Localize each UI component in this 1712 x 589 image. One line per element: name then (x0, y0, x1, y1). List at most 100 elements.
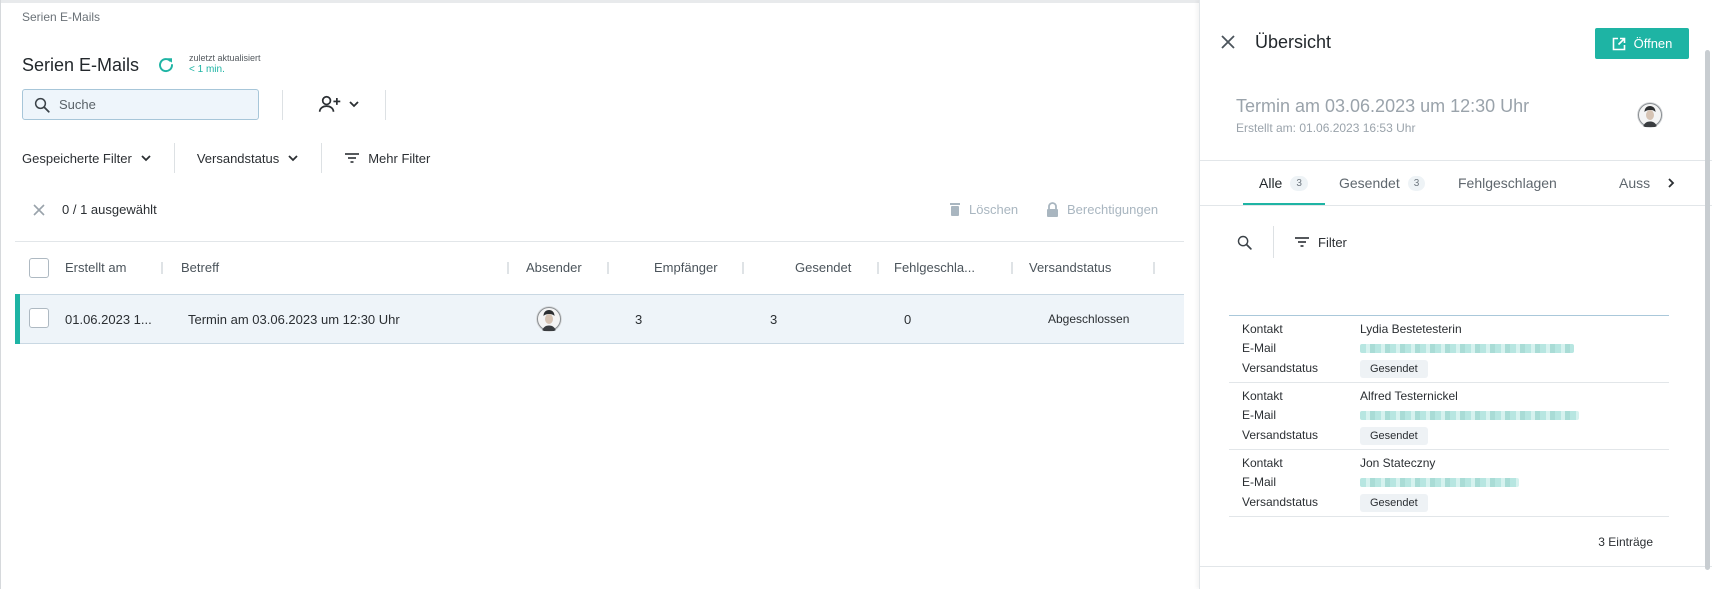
contact-name: Alfred Testernickel (1360, 389, 1458, 403)
selection-count: 0 / 1 ausgewählt (62, 202, 157, 217)
column-subject[interactable]: Betreff (181, 260, 219, 275)
select-all-checkbox[interactable] (29, 258, 49, 278)
filter-icon (1295, 237, 1309, 247)
status-badge: Gesendet (1360, 360, 1428, 378)
cell-created: 01.06.2023 1... (65, 312, 152, 327)
panel-tabs: Alle 3 Gesendet 3 Fehlgeschlagen Auss (1200, 160, 1712, 206)
last-updated-value: < 1 min. (189, 64, 225, 75)
tab-all[interactable]: Alle 3 (1259, 175, 1308, 191)
saved-filters-dropdown[interactable]: Gespeicherte Filter (22, 151, 152, 166)
contact-name: Jon Stateczny (1360, 456, 1436, 470)
row-selected-indicator (15, 294, 20, 344)
tab-sent[interactable]: Gesendet 3 (1339, 175, 1426, 191)
contact-label: Kontakt (1242, 389, 1283, 403)
toolbar-divider (385, 90, 386, 120)
status-label: Versandstatus (1242, 428, 1319, 442)
email-label: E-Mail (1242, 408, 1277, 422)
column-resize-handle[interactable] (742, 262, 744, 274)
tab-label: Fehlgeschlagen (1458, 175, 1557, 191)
email-redacted (1360, 478, 1519, 487)
column-resize-handle[interactable] (1153, 262, 1155, 274)
breadcrumb[interactable]: Serien E-Mails (22, 10, 100, 24)
refresh-icon[interactable] (157, 56, 175, 74)
more-filters-button[interactable]: Mehr Filter (344, 151, 430, 166)
sender-avatar (536, 306, 562, 332)
row-checkbox[interactable] (29, 308, 49, 328)
tab-badge: 3 (1407, 175, 1426, 191)
email-label: E-Mail (1242, 475, 1277, 489)
status-badge: Gesendet (1360, 494, 1428, 512)
saved-filters-label: Gespeicherte Filter (22, 150, 132, 166)
page-title: Serien E-Mails (22, 55, 140, 75)
contact-label: Kontakt (1242, 456, 1283, 470)
contact-label: Kontakt (1242, 322, 1283, 336)
active-tab-indicator (1243, 203, 1325, 205)
list-item[interactable]: Kontakt Jon Stateczny E-Mail Versandstat… (1229, 450, 1669, 517)
panel-subject: Termin am 03.06.2023 um 12:30 Uhr (1236, 96, 1530, 116)
status-label: Versandstatus (1242, 361, 1319, 375)
toolbar-divider (1273, 226, 1274, 258)
filter-label: Filter (1318, 234, 1347, 250)
close-icon[interactable] (32, 203, 46, 217)
lock-icon (1047, 202, 1058, 217)
chevron-right-icon[interactable] (1665, 177, 1677, 189)
entry-count: 3 Einträge (1598, 535, 1653, 549)
column-sent[interactable]: Gesendet (795, 260, 851, 275)
column-resize-handle[interactable] (161, 262, 163, 274)
panel-toolbar: Filter (1236, 226, 1347, 258)
status-badge: Gesendet (1360, 427, 1428, 445)
search-icon[interactable] (1236, 234, 1253, 251)
filter-bar: Gespeicherte Filter Versandstatus Mehr F… (22, 143, 430, 173)
open-button-label: Öffnen (1633, 36, 1673, 51)
status-filter-dropdown[interactable]: Versandstatus (197, 151, 299, 166)
column-created[interactable]: Erstellt am (65, 260, 126, 275)
close-icon[interactable] (1220, 34, 1236, 50)
trash-icon (950, 203, 960, 216)
table-header: Erstellt am Betreff Absender Empfänger G… (15, 252, 1184, 284)
contact-name: Lydia Bestetesterin (1360, 322, 1462, 336)
main-content: Serien E-Mails Serien E-Mails zuletzt ak… (0, 0, 1199, 589)
cell-sent: 3 (770, 312, 778, 327)
column-resize-handle[interactable] (507, 262, 509, 274)
column-status[interactable]: Versandstatus (1029, 260, 1111, 275)
tab-excluded[interactable]: Auss (1619, 175, 1650, 191)
search-icon (34, 97, 50, 113)
sender-avatar (1637, 102, 1663, 128)
column-resize-handle[interactable] (877, 262, 879, 274)
status-filter-label: Versandstatus (196, 150, 280, 166)
column-failed[interactable]: Fehlgeschla... (894, 260, 975, 275)
column-sender[interactable]: Absender (526, 260, 582, 275)
filter-button[interactable]: Filter (1294, 235, 1347, 250)
delete-label: Löschen (969, 202, 1019, 217)
delete-button[interactable]: Löschen (949, 202, 1018, 217)
email-label: E-Mail (1242, 341, 1277, 355)
cell-status: Abgeschlossen (1048, 312, 1130, 326)
column-resize-handle[interactable] (607, 262, 609, 274)
filter-icon (345, 153, 360, 163)
list-item[interactable]: Kontakt Alfred Testernickel E-Mail Versa… (1229, 383, 1669, 450)
permissions-label: Berechtigungen (1067, 202, 1159, 217)
more-filters-label: Mehr Filter (368, 150, 431, 166)
chevron-down-icon (288, 155, 298, 162)
tab-failed[interactable]: Fehlgeschlagen (1458, 175, 1557, 191)
panel-footer-divider (1200, 566, 1712, 567)
panel-scrollbar[interactable] (1705, 50, 1710, 570)
table-row[interactable]: 01.06.2023 1... Termin am 03.06.2023 um … (15, 294, 1184, 344)
cell-subject: Termin am 03.06.2023 um 12:30 Uhr (188, 312, 400, 327)
add-contact-dropdown[interactable] (318, 94, 360, 114)
chevron-down-icon (349, 101, 359, 108)
column-recipients[interactable]: Empfänger (654, 260, 718, 275)
status-label: Versandstatus (1242, 495, 1319, 509)
list-item[interactable]: Kontakt Lydia Bestetesterin E-Mail Versa… (1229, 316, 1669, 383)
tab-label: Alle (1259, 175, 1283, 191)
open-button[interactable]: Öffnen (1595, 28, 1689, 59)
search-input[interactable] (59, 97, 239, 112)
selection-bar: 0 / 1 ausgewählt (32, 202, 157, 217)
search-box[interactable] (22, 89, 259, 120)
tab-label: Auss (1619, 175, 1651, 191)
tab-badge: 3 (1290, 175, 1308, 191)
permissions-button[interactable]: Berechtigungen (1046, 202, 1158, 217)
person-add-icon (318, 95, 341, 112)
recipient-list: Kontakt Lydia Bestetesterin E-Mail Versa… (1229, 315, 1669, 517)
column-resize-handle[interactable] (1011, 262, 1013, 274)
